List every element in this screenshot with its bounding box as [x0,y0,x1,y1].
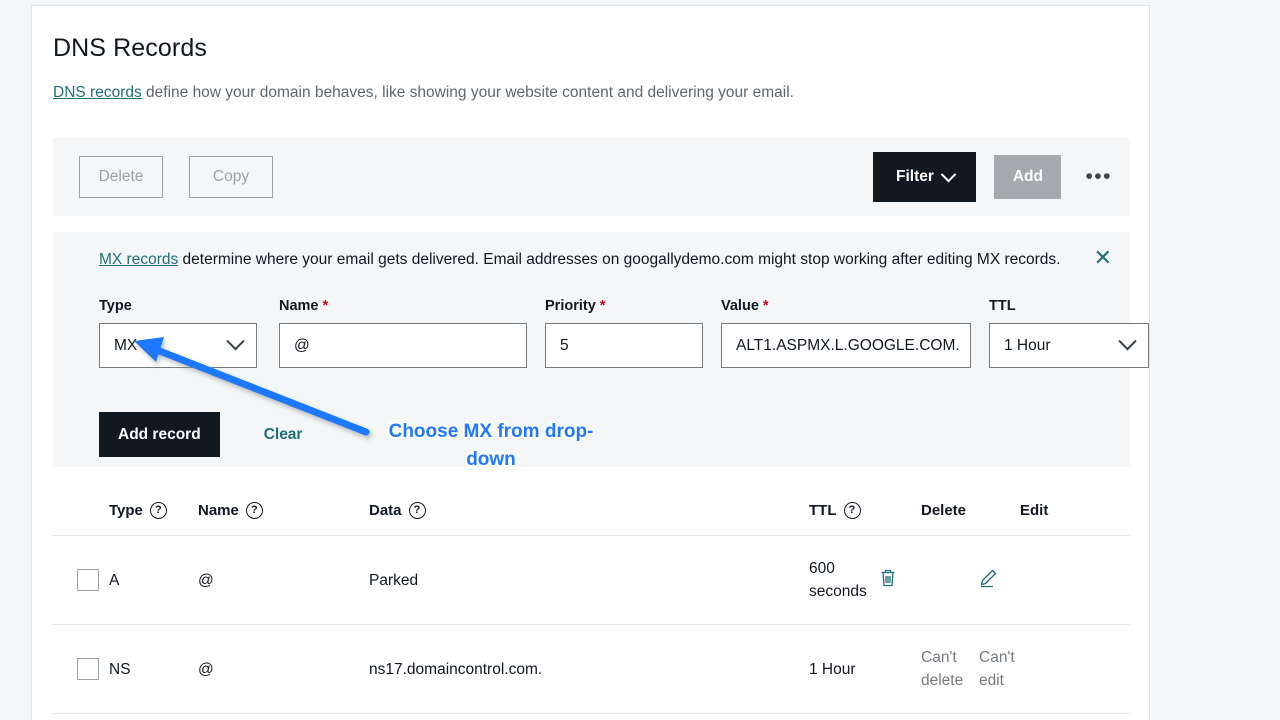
field-name: Name * @ [279,298,527,368]
header-name-label: Name [198,502,239,519]
toolbar-right-group: Filter Add ••• [873,152,1130,202]
value-input-value: ALT1.ASPMX.L.GOOGLE.COM. [736,336,960,354]
value-label-text: Value [721,298,759,314]
header-name: Name ? [198,502,369,519]
field-ttl: TTL 1 Hour [989,298,1149,368]
row-type: A [109,571,120,589]
header-ttl-label: TTL [809,502,837,519]
chevron-down-icon [226,332,245,351]
help-icon[interactable]: ? [149,502,167,519]
type-select[interactable]: MX [99,323,257,368]
table-row: A @ Parked 600 seconds [53,536,1130,625]
row-ttl: 600 seconds [809,560,867,600]
page-intro-text: define how your domain behaves, like sho… [141,84,794,101]
priority-label: Priority * [545,298,703,314]
name-label: Name * [279,298,527,314]
chevron-down-icon [1118,332,1137,351]
help-icon[interactable]: ? [843,502,861,519]
help-icon[interactable]: ? [245,502,263,519]
row-checkbox[interactable] [77,658,99,680]
form-actions: Add record Clear [99,412,302,457]
priority-input-value: 5 [560,336,569,354]
row-select-cell [53,658,109,680]
value-label: Value * [721,298,971,314]
mx-records-link[interactable]: MX records [99,251,178,268]
dns-records-link[interactable]: DNS records [53,84,142,101]
row-delete-disabled: Can't delete [921,649,964,689]
table-header-row: Type ? Name ? Data ? TTL ? Delete Edit [53,486,1130,536]
type-label-text: Type [99,298,132,314]
mx-notice-text: determine where your email gets delivere… [178,251,1061,268]
header-ttl: TTL ? [809,502,921,519]
filter-button[interactable]: Filter [873,152,977,202]
ttl-label-text: TTL [989,298,1016,314]
copy-button[interactable]: Copy [189,156,273,198]
header-data: Data ? [369,502,809,519]
field-type: Type MX [99,298,257,368]
name-label-text: Name [279,298,319,314]
row-delete-cell [879,568,978,593]
priority-label-text: Priority [545,298,596,314]
name-input-value: @ [294,336,310,354]
row-edit-disabled: Can't edit [979,649,1015,689]
row-name: @ [198,660,214,678]
priority-input[interactable]: 5 [545,323,703,368]
page-title: DNS Records [53,34,207,62]
trash-icon[interactable] [879,568,897,593]
more-options-icon[interactable]: ••• [1085,166,1112,187]
row-name: @ [198,571,214,589]
ttl-select[interactable]: 1 Hour [989,323,1149,368]
row-data: Parked [369,571,419,589]
chevron-down-icon [940,166,957,182]
header-type: Type ? [109,502,198,519]
pencil-icon[interactable] [978,568,998,593]
type-select-value: MX [114,336,138,354]
help-icon[interactable]: ? [408,502,426,519]
ttl-select-value: 1 Hour [1004,336,1051,354]
row-type: NS [109,660,131,678]
header-delete: Delete [921,502,967,519]
clear-button[interactable]: Clear [264,426,303,444]
add-record-button[interactable]: Add record [99,412,220,457]
add-button[interactable]: Add [994,155,1062,199]
ttl-label: TTL [989,298,1149,314]
value-input[interactable]: ALT1.ASPMX.L.GOOGLE.COM. [721,323,971,368]
field-value: Value * ALT1.ASPMX.L.GOOGLE.COM. [721,298,971,368]
row-edit-cell [978,568,1068,593]
close-icon[interactable]: ✕ [1094,247,1112,269]
mx-notice: MX records determine where your email ge… [53,232,1130,270]
records-toolbar: Delete Copy Filter Add ••• [53,138,1130,216]
row-checkbox[interactable] [77,569,99,591]
required-marker: * [599,298,606,314]
header-edit: Edit [1020,502,1049,519]
filter-button-label: Filter [895,168,934,185]
row-data: ns17.domaincontrol.com. [369,660,543,678]
mx-record-panel: MX records determine where your email ge… [53,232,1149,467]
row-select-cell [53,569,109,591]
name-input[interactable]: @ [279,323,527,368]
dns-records-card: DNS Records DNS records define how your … [31,5,1150,720]
dns-records-page: DNS Records DNS records define how your … [0,0,1280,720]
delete-button[interactable]: Delete [79,156,163,198]
row-ttl: 1 Hour [809,660,856,678]
field-priority: Priority * 5 [545,298,703,368]
type-label: Type [99,298,257,314]
required-marker: * [322,298,329,314]
records-table: Type ? Name ? Data ? TTL ? Delete Edit A… [53,486,1130,714]
header-type-label: Type [109,502,143,519]
required-marker: * [762,298,769,314]
header-data-label: Data [369,502,402,519]
table-row: NS @ ns17.domaincontrol.com. 1 Hour Can'… [53,625,1130,714]
page-intro: DNS records define how your domain behav… [32,63,1149,103]
add-record-form: Type MX Name * @ Priority * 5 Value * AL… [99,298,1149,368]
